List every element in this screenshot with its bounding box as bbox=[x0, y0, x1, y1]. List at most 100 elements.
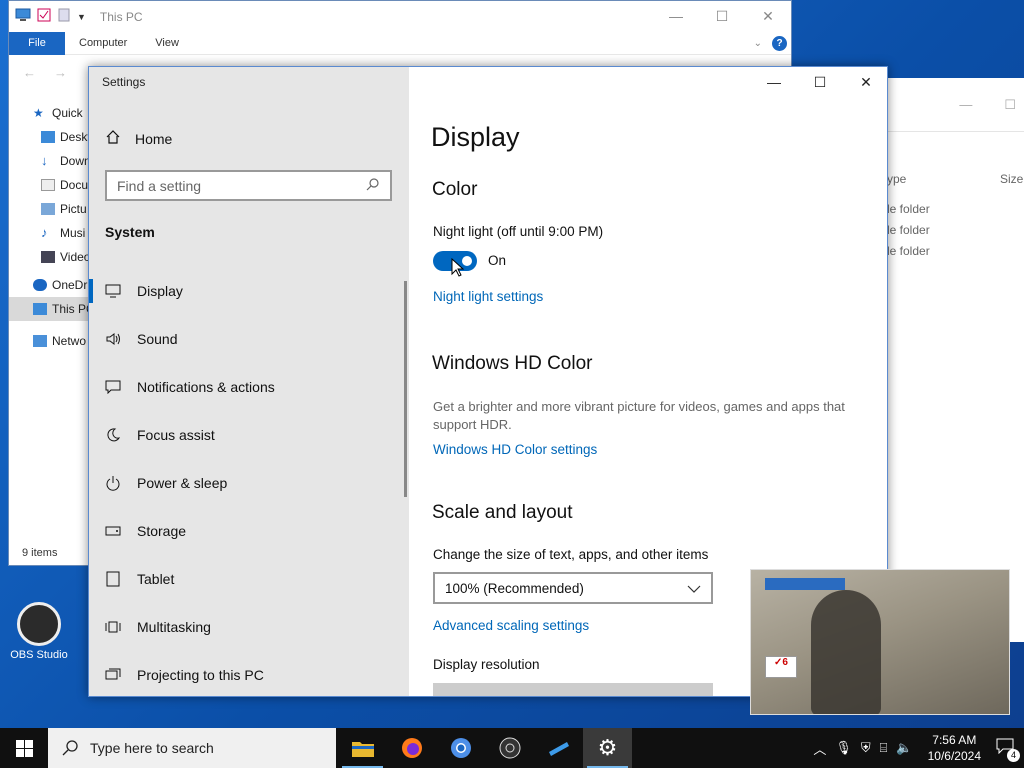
download-icon: ↓ bbox=[41, 153, 48, 168]
tree-item-this-pc[interactable]: This PC bbox=[9, 297, 91, 321]
desktop-icon-obs-studio[interactable]: OBS Studio bbox=[8, 602, 70, 661]
folder-icon bbox=[351, 742, 374, 757]
taskbar-chrome[interactable] bbox=[436, 728, 485, 768]
navigation-tree: ★ Quick Deskt ↓ Down Docu Pictu ♪ Musi Vide… bbox=[9, 101, 91, 353]
notification-count: 4 bbox=[1007, 749, 1020, 762]
back-arrow-icon[interactable]: ← bbox=[23, 65, 36, 80]
desktop-icon bbox=[41, 131, 55, 143]
minimize-button[interactable]: — bbox=[751, 67, 797, 97]
volume-icon[interactable]: 🔈 bbox=[896, 740, 912, 756]
minimize-button[interactable]: — bbox=[653, 8, 699, 25]
clock-date: 10/6/2024 bbox=[927, 749, 981, 763]
taskbar-search-box[interactable]: Type here to search bbox=[48, 728, 336, 768]
remote-desktop-icon bbox=[548, 742, 569, 756]
nav-item-notifications-actions[interactable]: Notifications & actions bbox=[89, 363, 405, 411]
search-icon bbox=[62, 740, 78, 756]
clock-time: 7:56 AM bbox=[932, 733, 977, 747]
maximize-button[interactable]: ☐ bbox=[1004, 97, 1016, 113]
tree-item-videos[interactable]: Video bbox=[9, 245, 91, 269]
nav-item-projecting[interactable]: Projecting to this PC bbox=[89, 651, 405, 696]
tree-item-onedrive[interactable]: OneDr bbox=[9, 273, 91, 297]
explorer-nav: ← → bbox=[23, 65, 67, 80]
clock[interactable]: 7:56 AM 10/6/2024 bbox=[928, 732, 981, 764]
nav-item-focus-assist[interactable]: Focus assist bbox=[89, 411, 405, 459]
nav-item-tablet[interactable]: Tablet bbox=[89, 555, 405, 603]
microphone-icon[interactable]: 🎙 bbox=[835, 740, 852, 756]
obs-label: OBS Studio bbox=[10, 649, 68, 661]
video-player-overlay[interactable]: ✓6 bbox=[750, 569, 1010, 715]
ribbon: File Computer View ⌄ ? bbox=[9, 31, 791, 55]
resolution-label: Display resolution bbox=[433, 657, 540, 672]
tree-item-documents[interactable]: Docu bbox=[9, 173, 91, 197]
night-light-settings-link[interactable]: Night light settings bbox=[433, 289, 543, 304]
cloud-icon bbox=[33, 279, 47, 291]
home-nav[interactable]: Home bbox=[105, 129, 172, 148]
tab-file[interactable]: File bbox=[9, 31, 65, 55]
scale-label: Change the size of text, apps, and other… bbox=[433, 547, 709, 562]
search-icon bbox=[366, 177, 380, 194]
nav-item-sound[interactable]: Sound bbox=[89, 315, 405, 363]
taskbar-obs[interactable] bbox=[485, 728, 534, 768]
security-icon[interactable]: ⛨ bbox=[861, 740, 871, 756]
projector-icon bbox=[105, 667, 121, 683]
minimize-button[interactable]: — bbox=[959, 97, 972, 112]
hd-color-description: Get a brighter and more vibrant picture … bbox=[433, 399, 845, 432]
video-logo: ✓6 bbox=[765, 656, 797, 678]
chevron-down-icon[interactable]: ⌄ bbox=[754, 38, 762, 49]
mouse-cursor-icon bbox=[451, 258, 465, 277]
chevron-up-icon[interactable]: ︿ bbox=[813, 739, 826, 758]
multitasking-icon bbox=[105, 619, 121, 635]
search-input[interactable]: Find a setting bbox=[105, 170, 392, 201]
search-placeholder: Find a setting bbox=[117, 177, 202, 194]
network-icon[interactable]: ⌸ bbox=[880, 740, 888, 756]
scale-dropdown[interactable]: 100% (Recommended) bbox=[433, 572, 713, 604]
maximize-button[interactable]: ☐ bbox=[797, 67, 843, 97]
status-bar-text: 9 items bbox=[22, 547, 58, 559]
help-icon[interactable]: ? bbox=[772, 35, 787, 51]
nav-item-multitasking[interactable]: Multitasking bbox=[89, 603, 405, 651]
start-button[interactable] bbox=[0, 728, 48, 768]
tab-computer[interactable]: Computer bbox=[65, 37, 141, 49]
resolution-dropdown[interactable] bbox=[433, 683, 713, 696]
nav-item-storage[interactable]: Storage bbox=[89, 507, 405, 555]
advanced-scaling-link[interactable]: Advanced scaling settings bbox=[433, 618, 589, 633]
nav-item-power-sleep[interactable]: Power & sleep bbox=[89, 459, 405, 507]
new-folder-icon[interactable] bbox=[57, 8, 71, 25]
tab-view[interactable]: View bbox=[141, 37, 193, 49]
list-item[interactable]: le folder bbox=[887, 202, 930, 223]
home-icon bbox=[105, 129, 121, 148]
forward-arrow-icon[interactable]: → bbox=[54, 65, 67, 80]
list-item[interactable]: le folder bbox=[887, 223, 930, 244]
nav-item-display[interactable]: Display bbox=[89, 267, 405, 315]
hd-color-settings-link[interactable]: Windows HD Color settings bbox=[433, 442, 597, 457]
properties-icon[interactable] bbox=[37, 8, 51, 25]
sidebar-scrollbar[interactable] bbox=[404, 281, 407, 497]
gear-icon: ⚙ bbox=[597, 735, 618, 760]
close-button[interactable]: ✕ bbox=[745, 8, 791, 25]
taskbar-settings[interactable]: ⚙ bbox=[583, 728, 632, 768]
chevron-down-icon[interactable]: ▼ bbox=[77, 12, 86, 22]
tree-item-network[interactable]: Netwo bbox=[9, 329, 91, 353]
list-item[interactable]: le folder bbox=[887, 244, 930, 265]
taskbar-firefox[interactable] bbox=[387, 728, 436, 768]
tree-item-desktop[interactable]: Deskt bbox=[9, 125, 91, 149]
taskbar-remote-app[interactable] bbox=[534, 728, 583, 768]
scale-value: 100% (Recommended) bbox=[445, 580, 584, 596]
tree-item-pictures[interactable]: Pictu bbox=[9, 197, 91, 221]
taskbar-file-explorer[interactable] bbox=[338, 728, 387, 768]
tree-item-downloads[interactable]: ↓ Down bbox=[9, 149, 91, 173]
explorer-title: This PC bbox=[99, 9, 143, 24]
system-tray: ︿ 🎙 ⛨ ⌸ 🔈 7:56 AM 10/6/2024 4 bbox=[813, 732, 1024, 764]
tree-item-music[interactable]: ♪ Musi bbox=[9, 221, 91, 245]
maximize-button[interactable]: ☐ bbox=[699, 8, 745, 25]
star-icon: ★ bbox=[33, 106, 44, 120]
message-icon bbox=[105, 379, 121, 395]
power-icon bbox=[105, 475, 121, 491]
column-header-size[interactable]: Size bbox=[1000, 172, 1023, 186]
tree-item-quick-access[interactable]: ★ Quick bbox=[9, 101, 91, 125]
hd-color-heading: Windows HD Color bbox=[432, 353, 593, 374]
video-banner bbox=[765, 578, 845, 590]
column-header-type[interactable]: ype bbox=[887, 172, 906, 186]
action-center-button[interactable]: 4 bbox=[996, 738, 1020, 762]
close-button[interactable]: ✕ bbox=[843, 67, 887, 97]
